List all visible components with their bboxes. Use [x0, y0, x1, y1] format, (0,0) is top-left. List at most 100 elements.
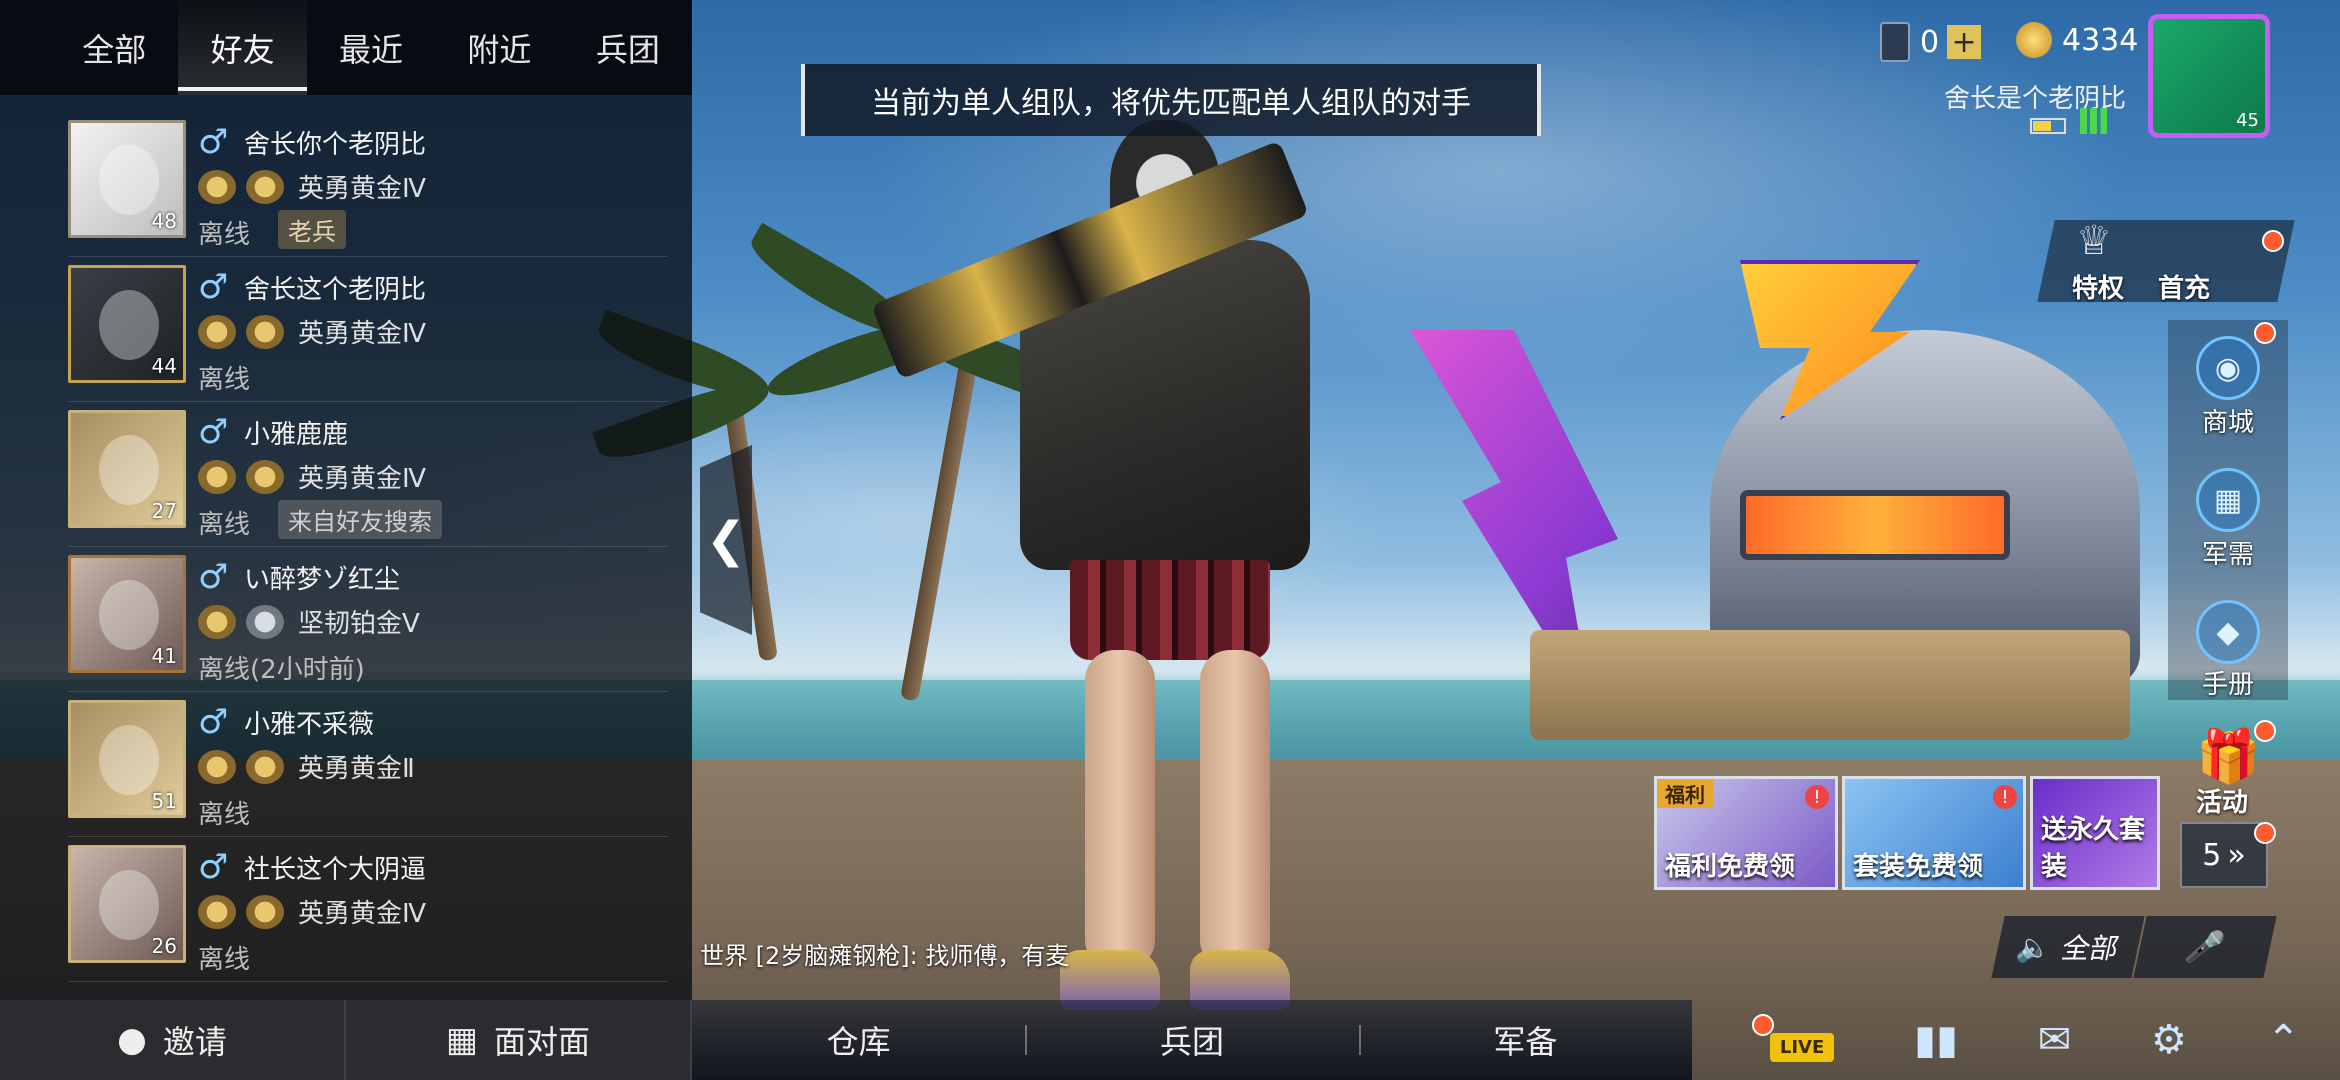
friend-item[interactable]: 48 ♂ 舍长你个老阴比 英勇黄金Ⅳ 离线 老兵	[68, 112, 668, 257]
rank-label: 英勇黄金Ⅳ	[298, 319, 426, 349]
coin-currency: 4334	[2016, 22, 2138, 58]
notification-dot	[2262, 230, 2284, 252]
online-status: 离线	[198, 220, 251, 250]
chat-message[interactable]: 世界 [2岁脑瘫钢枪]: 找师傅，有麦	[700, 936, 1069, 971]
crown-icon: ♕	[2076, 218, 2112, 264]
handbook-icon[interactable]: ◆	[2196, 600, 2260, 664]
avatar[interactable]: 27	[68, 410, 186, 528]
profile-avatar[interactable]: 45	[2148, 14, 2270, 138]
friend-item[interactable]: 27 ♂ 小雅鹿鹿 英勇黄金Ⅳ 离线 来自好友搜索	[68, 402, 668, 547]
signal-icon	[2080, 108, 2114, 134]
uc-currency[interactable]: 0 +	[1880, 22, 1982, 62]
tier-emblem-icon	[198, 604, 236, 639]
friends-tabs: 全部 好友 最近 附近 兵团	[0, 0, 692, 95]
vip-button[interactable]: 特权	[2072, 268, 2124, 305]
nav-inventory[interactable]: 仓库	[692, 1017, 1025, 1063]
stats-icon[interactable]: ▮▮	[1914, 1017, 1958, 1063]
friend-name: 小雅不采薇	[244, 710, 375, 740]
team-mode-notice: 当前为单人组队，将优先匹配单人组队的对手	[801, 64, 1541, 136]
tab-recent[interactable]: 最近	[307, 0, 435, 95]
avatar[interactable]: 44	[68, 265, 186, 383]
male-icon: ♂	[198, 412, 229, 452]
friend-name: 小雅鹿鹿	[244, 420, 349, 450]
tier-emblem-icon	[198, 314, 236, 349]
rank-badge-icon	[246, 604, 284, 639]
tab-clan[interactable]: 兵团	[564, 0, 692, 95]
avatar[interactable]: 41	[68, 555, 186, 673]
male-icon: ♂	[198, 557, 229, 597]
online-status: 离线	[198, 365, 251, 395]
friend-item[interactable]: 51 ♂ 小雅不采薇 英勇黄金Ⅱ 离线	[68, 692, 668, 837]
alert-icon: !	[1805, 785, 1829, 809]
friend-item[interactable]: 41 ♂ い醉梦ゾ红尘 坚韧铂金Ⅴ 离线(2小时前)	[68, 547, 668, 692]
activity-label[interactable]: 活动	[2196, 782, 2248, 819]
rank-label: 坚韧铂金Ⅴ	[298, 609, 420, 639]
voice-channel-button[interactable]: 🔈 全部	[1991, 916, 2145, 978]
concert-stage	[1380, 260, 2280, 750]
supply-label[interactable]: 军需	[2202, 534, 2254, 571]
events-count: 5	[2202, 837, 2222, 873]
invite-label: 邀请	[162, 1023, 227, 1061]
rank-badge-icon	[246, 894, 284, 929]
qr-code-icon: ▦	[445, 1020, 479, 1060]
tab-nearby[interactable]: 附近	[435, 0, 563, 95]
rank-label: 英勇黄金Ⅳ	[298, 899, 426, 929]
event-card-welfare[interactable]: 福利 ! 福利免费领	[1654, 776, 1838, 890]
friend-tag: 来自好友搜索	[278, 500, 442, 539]
expand-up-icon[interactable]: ⌃	[2267, 1017, 2301, 1063]
face-to-face-button[interactable]: ▦ 面对面	[346, 1000, 692, 1080]
mic-toggle-button[interactable]: 🎤	[2133, 916, 2277, 978]
player-level: 48	[151, 209, 177, 233]
player-level: 51	[151, 789, 177, 813]
handbook-label[interactable]: 手册	[2202, 664, 2254, 701]
mail-icon[interactable]: ✉	[2038, 1017, 2072, 1063]
tab-friends[interactable]: 好友	[178, 0, 308, 95]
live-button[interactable]: LIVE	[1769, 1017, 1835, 1063]
welfare-badge: 福利	[1657, 779, 1713, 808]
friend-name: い醉梦ゾ红尘	[244, 565, 401, 595]
qq-penguin-icon: ●	[117, 1020, 147, 1060]
male-icon: ♂	[198, 847, 229, 887]
notification-dot	[1752, 1014, 1774, 1036]
online-status: 离线	[198, 800, 251, 830]
supply-icon[interactable]: ▦	[2196, 468, 2260, 532]
notification-dot	[2254, 720, 2276, 742]
alert-icon: !	[1993, 785, 2017, 809]
shop-label[interactable]: 商城	[2202, 402, 2254, 439]
gear-icon[interactable]: ⚙	[2151, 1017, 2187, 1063]
rank-label: 英勇黄金Ⅱ	[298, 754, 415, 784]
online-status: 离线(2小时前)	[198, 655, 365, 685]
friend-tag: 老兵	[278, 210, 346, 249]
nav-clan[interactable]: 兵团	[1025, 1017, 1358, 1063]
collapse-panel-button[interactable]: ❮	[700, 445, 752, 635]
first-charge-button[interactable]: 首充	[2158, 268, 2210, 305]
friend-name: 舍长这个老阴比	[244, 275, 427, 305]
rank-label: 英勇黄金Ⅳ	[298, 464, 426, 494]
tab-all[interactable]: 全部	[50, 0, 178, 95]
event-card-permanent[interactable]: 送永久套装	[2030, 776, 2160, 890]
avatar[interactable]: 51	[68, 700, 186, 818]
avatar[interactable]: 26	[68, 845, 186, 963]
nav-armory[interactable]: 军备	[1358, 1017, 1692, 1063]
rank-badge-icon	[246, 314, 284, 349]
notification-dot	[2254, 822, 2276, 844]
shop-icon[interactable]: ◉	[2196, 336, 2260, 400]
avatar[interactable]: 48	[68, 120, 186, 238]
friend-item[interactable]: 26 ♂ 社长这个大阴逼 英勇黄金Ⅳ 离线	[68, 837, 668, 982]
rank-badge-icon	[246, 459, 284, 494]
coin-amount: 4334	[2062, 22, 2139, 58]
male-icon: ♂	[198, 702, 229, 742]
invite-button[interactable]: ● 邀请	[0, 1000, 346, 1080]
male-icon: ♂	[198, 122, 229, 162]
gift-box-icon[interactable]: 🎁	[2196, 726, 2261, 787]
friend-item[interactable]: 44 ♂ 舍长这个老阴比 英勇黄金Ⅳ 离线	[68, 257, 668, 402]
event-card-outfit[interactable]: ! 套装免费领	[1842, 776, 2026, 890]
player-character[interactable]	[860, 90, 1340, 1010]
rank-badge-icon	[246, 169, 284, 204]
add-uc-button[interactable]: +	[1947, 25, 1982, 60]
rank-label: 英勇黄金Ⅳ	[298, 174, 426, 204]
event-label: 送永久套装	[2041, 815, 2146, 882]
friend-name: 社长这个大阴逼	[244, 855, 427, 885]
tier-emblem-icon	[198, 169, 236, 204]
face-to-face-label: 面对面	[494, 1023, 591, 1061]
